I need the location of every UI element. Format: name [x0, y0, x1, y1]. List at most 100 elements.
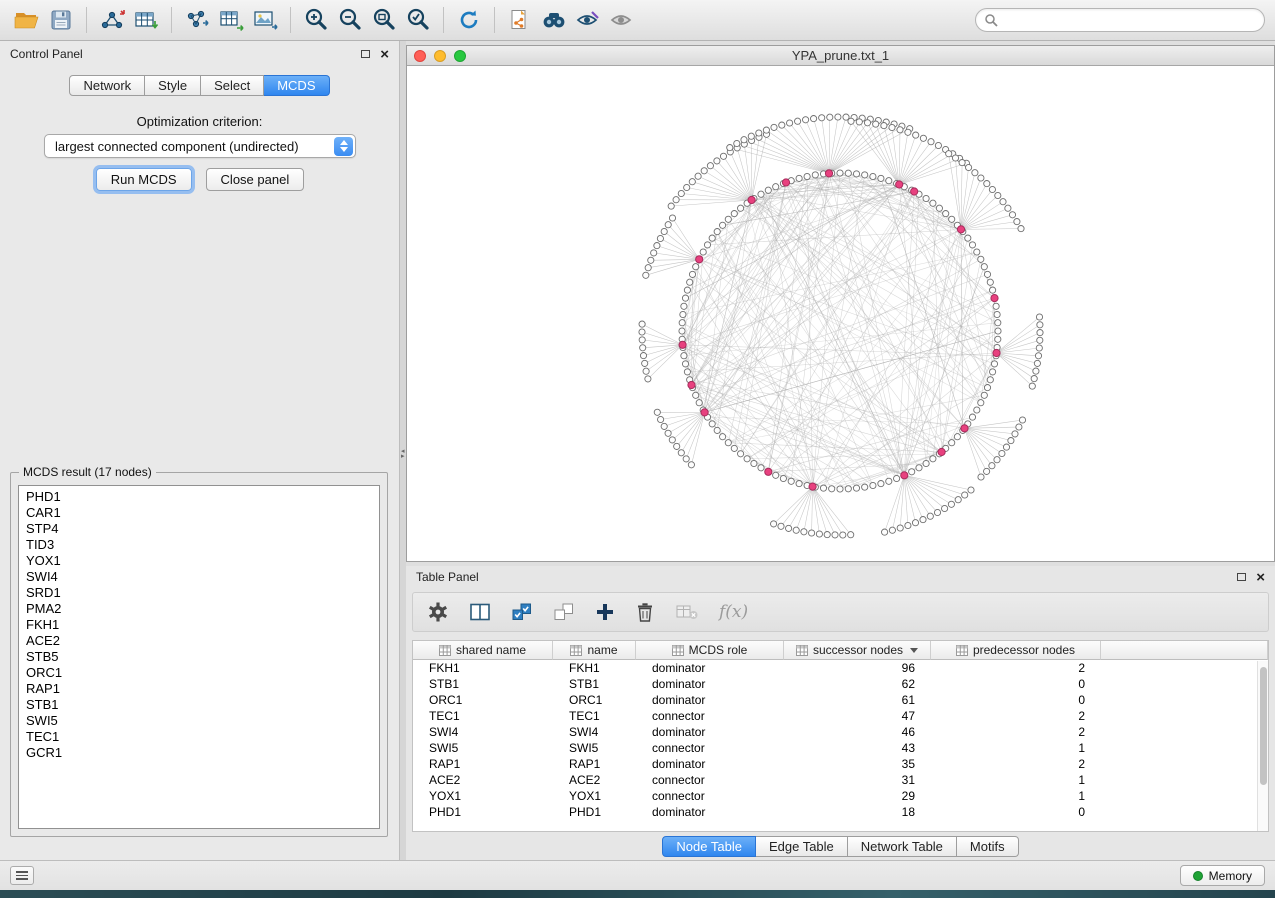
network-node[interactable]	[889, 527, 895, 533]
optimization-criterion-select[interactable]: largest connected component (undirected)	[44, 134, 356, 158]
network-node[interactable]	[801, 529, 807, 535]
network-node[interactable]	[731, 445, 737, 451]
clone-network-icon[interactable]	[503, 4, 537, 36]
network-node[interactable]	[669, 215, 675, 221]
network-node[interactable]	[780, 475, 786, 481]
network-node[interactable]	[1003, 444, 1009, 450]
mcds-result-item[interactable]: SWI5	[26, 713, 379, 729]
network-node[interactable]	[862, 172, 868, 178]
network-node[interactable]	[969, 414, 975, 420]
network-node[interactable]	[796, 175, 802, 181]
network-node[interactable]	[758, 191, 764, 197]
network-node[interactable]	[1033, 368, 1039, 374]
tab-style[interactable]: Style	[145, 75, 201, 96]
scrollbar-thumb[interactable]	[1260, 667, 1267, 785]
mcds-result-item[interactable]: PMA2	[26, 601, 379, 617]
network-node[interactable]	[984, 385, 990, 391]
network-node[interactable]	[689, 179, 695, 185]
column-header-MCDS-role[interactable]: MCDS role	[636, 641, 784, 660]
network-node[interactable]	[714, 229, 720, 235]
select-all-icon[interactable]	[511, 602, 533, 622]
table-tab-edge-table[interactable]: Edge Table	[756, 836, 848, 857]
network-node[interactable]	[934, 509, 940, 515]
mcds-result-item[interactable]: STB5	[26, 649, 379, 665]
network-node[interactable]	[758, 465, 764, 471]
dominator-node[interactable]	[782, 179, 789, 186]
network-node[interactable]	[966, 164, 972, 170]
delete-row-icon[interactable]	[635, 601, 655, 623]
network-node[interactable]	[897, 525, 903, 531]
minimize-window-icon[interactable]	[434, 50, 446, 62]
network-node[interactable]	[693, 392, 699, 398]
network-node[interactable]	[864, 120, 870, 126]
export-table-icon[interactable]	[214, 4, 248, 36]
network-node[interactable]	[984, 468, 990, 474]
network-node[interactable]	[681, 303, 687, 309]
table-scrollbar[interactable]	[1257, 661, 1268, 831]
mcds-result-list[interactable]: PHD1CAR1STP4TID3YOX1SWI4SRD1PMA2FKH1ACE2…	[18, 485, 380, 829]
network-node[interactable]	[645, 376, 651, 382]
network-node[interactable]	[987, 377, 993, 383]
network-node[interactable]	[984, 181, 990, 187]
zoom-in-icon[interactable]	[299, 4, 333, 36]
table-row[interactable]: PHD1PHD1dominator180	[413, 804, 1268, 820]
network-window-titlebar[interactable]: YPA_prune.txt_1	[407, 46, 1274, 66]
network-node[interactable]	[835, 114, 841, 120]
network-node[interactable]	[684, 184, 690, 190]
network-node[interactable]	[848, 532, 854, 538]
network-node[interactable]	[909, 469, 915, 475]
network-node[interactable]	[751, 460, 757, 466]
network-node[interactable]	[674, 443, 680, 449]
import-table-icon[interactable]	[129, 4, 163, 36]
export-image-icon[interactable]	[248, 4, 282, 36]
network-node[interactable]	[668, 203, 674, 209]
network-node[interactable]	[654, 243, 660, 249]
network-node[interactable]	[1036, 345, 1042, 351]
network-node[interactable]	[972, 170, 978, 176]
network-node[interactable]	[905, 522, 911, 528]
network-node[interactable]	[779, 122, 785, 128]
network-node[interactable]	[684, 369, 690, 375]
network-node[interactable]	[684, 287, 690, 293]
network-node[interactable]	[981, 264, 987, 270]
network-node[interactable]	[856, 119, 862, 125]
network-node[interactable]	[990, 287, 996, 293]
network-node[interactable]	[995, 328, 1001, 334]
save-icon[interactable]	[44, 4, 78, 36]
network-node[interactable]	[679, 328, 685, 334]
network-node[interactable]	[673, 197, 679, 203]
network-node[interactable]	[994, 457, 1000, 463]
network-node[interactable]	[709, 235, 715, 241]
network-node[interactable]	[725, 440, 731, 446]
tab-select[interactable]: Select	[201, 75, 264, 96]
network-node[interactable]	[994, 311, 1000, 317]
network-node[interactable]	[974, 407, 980, 413]
close-table-panel-icon[interactable]: ×	[1256, 570, 1265, 585]
network-node[interactable]	[987, 279, 993, 285]
find-icon[interactable]	[537, 4, 571, 36]
network-node[interactable]	[720, 222, 726, 228]
refresh-icon[interactable]	[452, 4, 486, 36]
network-node[interactable]	[803, 117, 809, 123]
network-node[interactable]	[771, 124, 777, 130]
network-node[interactable]	[701, 168, 707, 174]
network-node[interactable]	[935, 142, 941, 148]
network-node[interactable]	[720, 434, 726, 440]
network-node[interactable]	[778, 523, 784, 529]
network-node[interactable]	[709, 421, 715, 427]
dominator-node[interactable]	[825, 170, 832, 177]
float-panel-icon[interactable]	[361, 50, 370, 58]
network-node[interactable]	[949, 440, 955, 446]
network-node[interactable]	[693, 264, 699, 270]
network-node[interactable]	[889, 124, 895, 130]
network-node[interactable]	[905, 129, 911, 135]
network-node[interactable]	[687, 279, 693, 285]
network-node[interactable]	[669, 437, 675, 443]
dominator-node[interactable]	[896, 181, 903, 188]
network-node[interactable]	[741, 137, 747, 143]
close-panel-button[interactable]: Close panel	[206, 168, 305, 191]
mcds-result-item[interactable]: PHD1	[26, 489, 379, 505]
node-table[interactable]: shared namenameMCDS rolesuccessor nodesp…	[412, 640, 1269, 832]
network-node[interactable]	[913, 132, 919, 138]
network-node[interactable]	[1014, 219, 1020, 225]
